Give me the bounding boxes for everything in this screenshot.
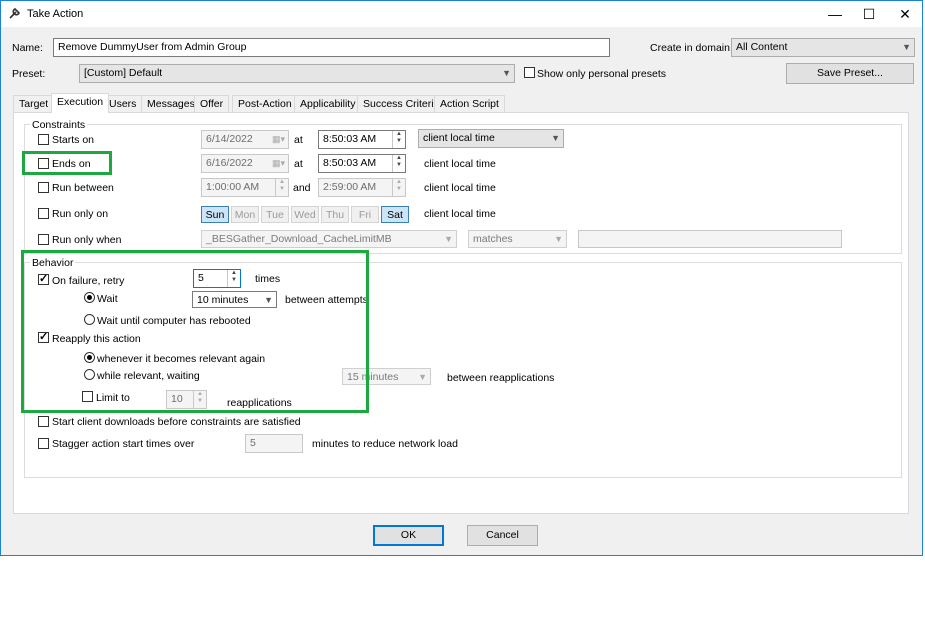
create-in-domain-label: Create in domain:: [650, 42, 733, 54]
starts-on-checkbox[interactable]: [38, 134, 49, 145]
chevron-down-icon: ▼: [502, 68, 511, 78]
run-only-on-checkbox[interactable]: [38, 208, 49, 219]
ends-on-time-value: 8:50:03 AM: [323, 157, 377, 169]
day-fri-toggle[interactable]: Fri: [351, 206, 379, 223]
ends-on-time[interactable]: 8:50:03 AM ▲ ▼: [318, 154, 406, 173]
timezone-select-value: client local time: [423, 132, 495, 144]
starts-on-time[interactable]: 8:50:03 AM ▲ ▼: [318, 130, 406, 149]
operator-select[interactable]: matches ▼: [468, 230, 567, 248]
property-select[interactable]: _BESGather_Download_CacheLimitMB ▼: [201, 230, 457, 248]
operator-select-value: matches: [473, 233, 513, 245]
day-sun-toggle[interactable]: Sun: [201, 206, 229, 223]
starts-on-at-label: at: [294, 134, 303, 146]
spinner-icon[interactable]: ▲ ▼: [392, 179, 405, 196]
tab-target[interactable]: Target: [13, 95, 55, 112]
ends-on-highlight-box: [22, 151, 112, 175]
run-between-from[interactable]: 1:00:00 AM ▲ ▼: [201, 178, 289, 197]
title-bar: Take Action — ☐ ✕: [1, 1, 922, 27]
save-preset-button[interactable]: Save Preset...: [786, 63, 914, 84]
run-between-to-value: 2:59:00 AM: [323, 181, 377, 193]
stagger-suffix-label: minutes to reduce network load: [312, 438, 458, 450]
spinner-icon[interactable]: ▲ ▼: [392, 155, 405, 172]
stagger-checkbox[interactable]: [38, 438, 49, 449]
behavior-group-label: Behavior: [30, 257, 76, 269]
preset-select-value: [Custom] Default: [84, 67, 163, 79]
tab-success-criteria[interactable]: Success Criteria: [357, 95, 446, 112]
starts-on-date-value: 6/14/2022: [206, 133, 253, 145]
between-reapplications-label: between reapplications: [447, 372, 555, 384]
cancel-button[interactable]: Cancel: [467, 525, 538, 546]
ok-button[interactable]: OK: [373, 525, 444, 546]
day-tue-toggle[interactable]: Tue: [261, 206, 289, 223]
tab-action-script[interactable]: Action Script: [434, 95, 505, 112]
tab-offer[interactable]: Offer: [194, 95, 230, 112]
window-title: Take Action: [27, 8, 84, 20]
stagger-minutes-input[interactable]: 5: [245, 434, 303, 453]
starts-on-label: Starts on: [52, 134, 95, 146]
name-label: Name:: [12, 42, 43, 54]
name-input[interactable]: Remove DummyUser from Admin Group: [53, 38, 610, 57]
chevron-down-icon: ▼: [418, 372, 427, 382]
day-sat-toggle[interactable]: Sat: [381, 206, 409, 223]
close-button[interactable]: ✕: [888, 1, 922, 27]
spinner-icon[interactable]: ▲ ▼: [275, 179, 288, 196]
tab-post-action[interactable]: Post-Action: [232, 95, 298, 112]
run-between-checkbox[interactable]: [38, 182, 49, 193]
starts-on-date[interactable]: 6/14/2022 ▦▾: [201, 130, 289, 149]
run-only-when-label: Run only when: [52, 234, 122, 246]
run-between-and-label: and: [293, 182, 311, 194]
domain-select[interactable]: All Content ▼: [731, 38, 915, 57]
preset-label: Preset:: [12, 68, 46, 80]
calendar-icon: ▦▾: [271, 158, 285, 168]
property-select-value: _BESGather_Download_CacheLimitMB: [206, 233, 392, 245]
chevron-down-icon: ▼: [902, 42, 911, 52]
minimize-button[interactable]: —: [818, 1, 852, 27]
starts-on-time-value: 8:50:03 AM: [323, 133, 377, 145]
stagger-label: Stagger action start times over: [52, 438, 195, 450]
ends-on-timezone: client local time: [424, 158, 496, 170]
run-between-to[interactable]: 2:59:00 AM ▲ ▼: [318, 178, 406, 197]
run-only-on-label: Run only on: [52, 208, 109, 220]
chevron-down-icon: ▼: [551, 133, 560, 143]
chevron-down-icon: ▼: [554, 234, 563, 244]
spinner-icon[interactable]: ▲ ▼: [392, 131, 405, 148]
day-mon-toggle[interactable]: Mon: [231, 206, 259, 223]
constraints-group-label: Constraints: [30, 119, 88, 131]
show-personal-checkbox[interactable]: [524, 67, 535, 78]
start-downloads-checkbox[interactable]: [38, 416, 49, 427]
calendar-icon: ▦▾: [271, 134, 285, 144]
run-between-label: Run between: [52, 182, 114, 194]
run-between-timezone: client local time: [424, 182, 496, 194]
ends-on-date[interactable]: 6/16/2022 ▦▾: [201, 154, 289, 173]
run-between-from-value: 1:00:00 AM: [206, 181, 260, 193]
ends-on-date-value: 6/16/2022: [206, 157, 253, 169]
run-only-when-checkbox[interactable]: [38, 234, 49, 245]
domain-select-value: All Content: [736, 41, 788, 53]
run-only-on-timezone: client local time: [424, 208, 496, 220]
tab-execution[interactable]: Execution: [51, 93, 110, 113]
day-wed-toggle[interactable]: Wed: [291, 206, 319, 223]
behavior-highlight-box: [21, 250, 369, 413]
chevron-down-icon: ▼: [444, 234, 453, 244]
show-personal-label: Show only personal presets: [537, 68, 666, 80]
timezone-select[interactable]: client local time ▼: [418, 129, 564, 148]
wrench-icon: [8, 6, 22, 23]
ends-on-at-label: at: [294, 158, 303, 170]
tab-messages[interactable]: Messages: [141, 95, 201, 112]
tab-applicability[interactable]: Applicability: [294, 95, 362, 112]
match-value-input[interactable]: [578, 230, 842, 248]
preset-select[interactable]: [Custom] Default ▼: [79, 64, 515, 83]
maximize-button[interactable]: ☐: [852, 1, 886, 27]
day-thu-toggle[interactable]: Thu: [321, 206, 349, 223]
start-downloads-label: Start client downloads before constraint…: [52, 416, 301, 428]
